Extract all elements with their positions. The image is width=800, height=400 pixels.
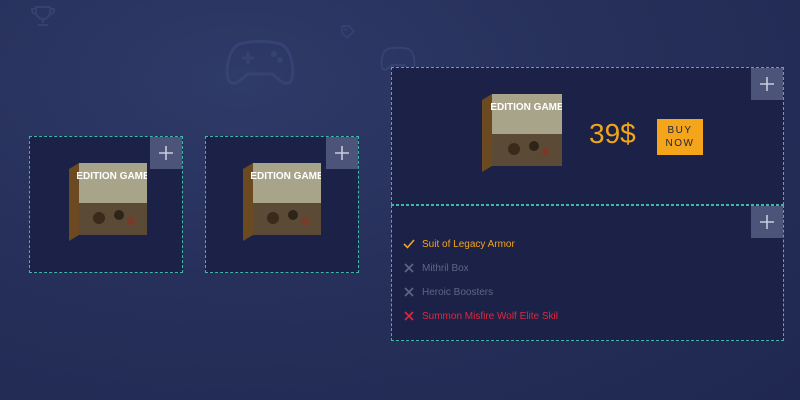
plus-icon (760, 77, 774, 91)
game-box-image: EDITION GAME (482, 94, 564, 179)
cross-icon (402, 285, 416, 299)
cross-icon (402, 309, 416, 323)
product-card-left[interactable]: EDITION GAME (29, 136, 183, 273)
svg-text:EDITION GAME: EDITION GAME (250, 171, 321, 182)
plus-icon (159, 146, 173, 160)
trophy-doodle-icon (30, 4, 56, 28)
add-button[interactable] (751, 68, 783, 100)
game-box-image: EDITION GAME (243, 163, 324, 248)
add-button[interactable] (326, 137, 358, 169)
add-button[interactable] (751, 206, 783, 238)
features-card[interactable]: Suit of Legacy Armor Mithril Box Heroic … (391, 205, 784, 341)
feature-label: Mithril Box (422, 262, 469, 274)
tag-doodle-icon (340, 24, 356, 40)
feature-item: Summon Misfire Wolf Elite Skil (402, 304, 558, 328)
cross-icon (402, 261, 416, 275)
plus-icon (760, 215, 774, 229)
game-box-image: EDITION GAME (69, 163, 150, 248)
feature-item: Mithril Box (402, 256, 558, 280)
feature-label: Heroic Boosters (422, 286, 494, 298)
buy-now-button[interactable]: BUY NOW (657, 119, 703, 155)
plus-icon (335, 146, 349, 160)
feature-list: Suit of Legacy Armor Mithril Box Heroic … (402, 232, 558, 328)
check-icon (402, 237, 416, 251)
feature-item: Suit of Legacy Armor (402, 232, 558, 256)
feature-label: Suit of Legacy Armor (422, 238, 515, 250)
gamepad-doodle-icon (222, 24, 298, 94)
buy-now-label: BUY NOW (665, 125, 695, 149)
price-label: 39$ (589, 118, 636, 149)
feature-label: Summon Misfire Wolf Elite Skil (422, 310, 558, 322)
product-card-middle[interactable]: EDITION GAME (205, 136, 359, 273)
add-button[interactable] (150, 137, 182, 169)
product-card-featured[interactable]: EDITION GAME 39$ BUY NOW (391, 67, 784, 205)
svg-text:EDITION GAME: EDITION GAME (490, 102, 562, 113)
feature-item: Heroic Boosters (402, 280, 558, 304)
svg-text:EDITION GAME: EDITION GAME (76, 171, 147, 182)
